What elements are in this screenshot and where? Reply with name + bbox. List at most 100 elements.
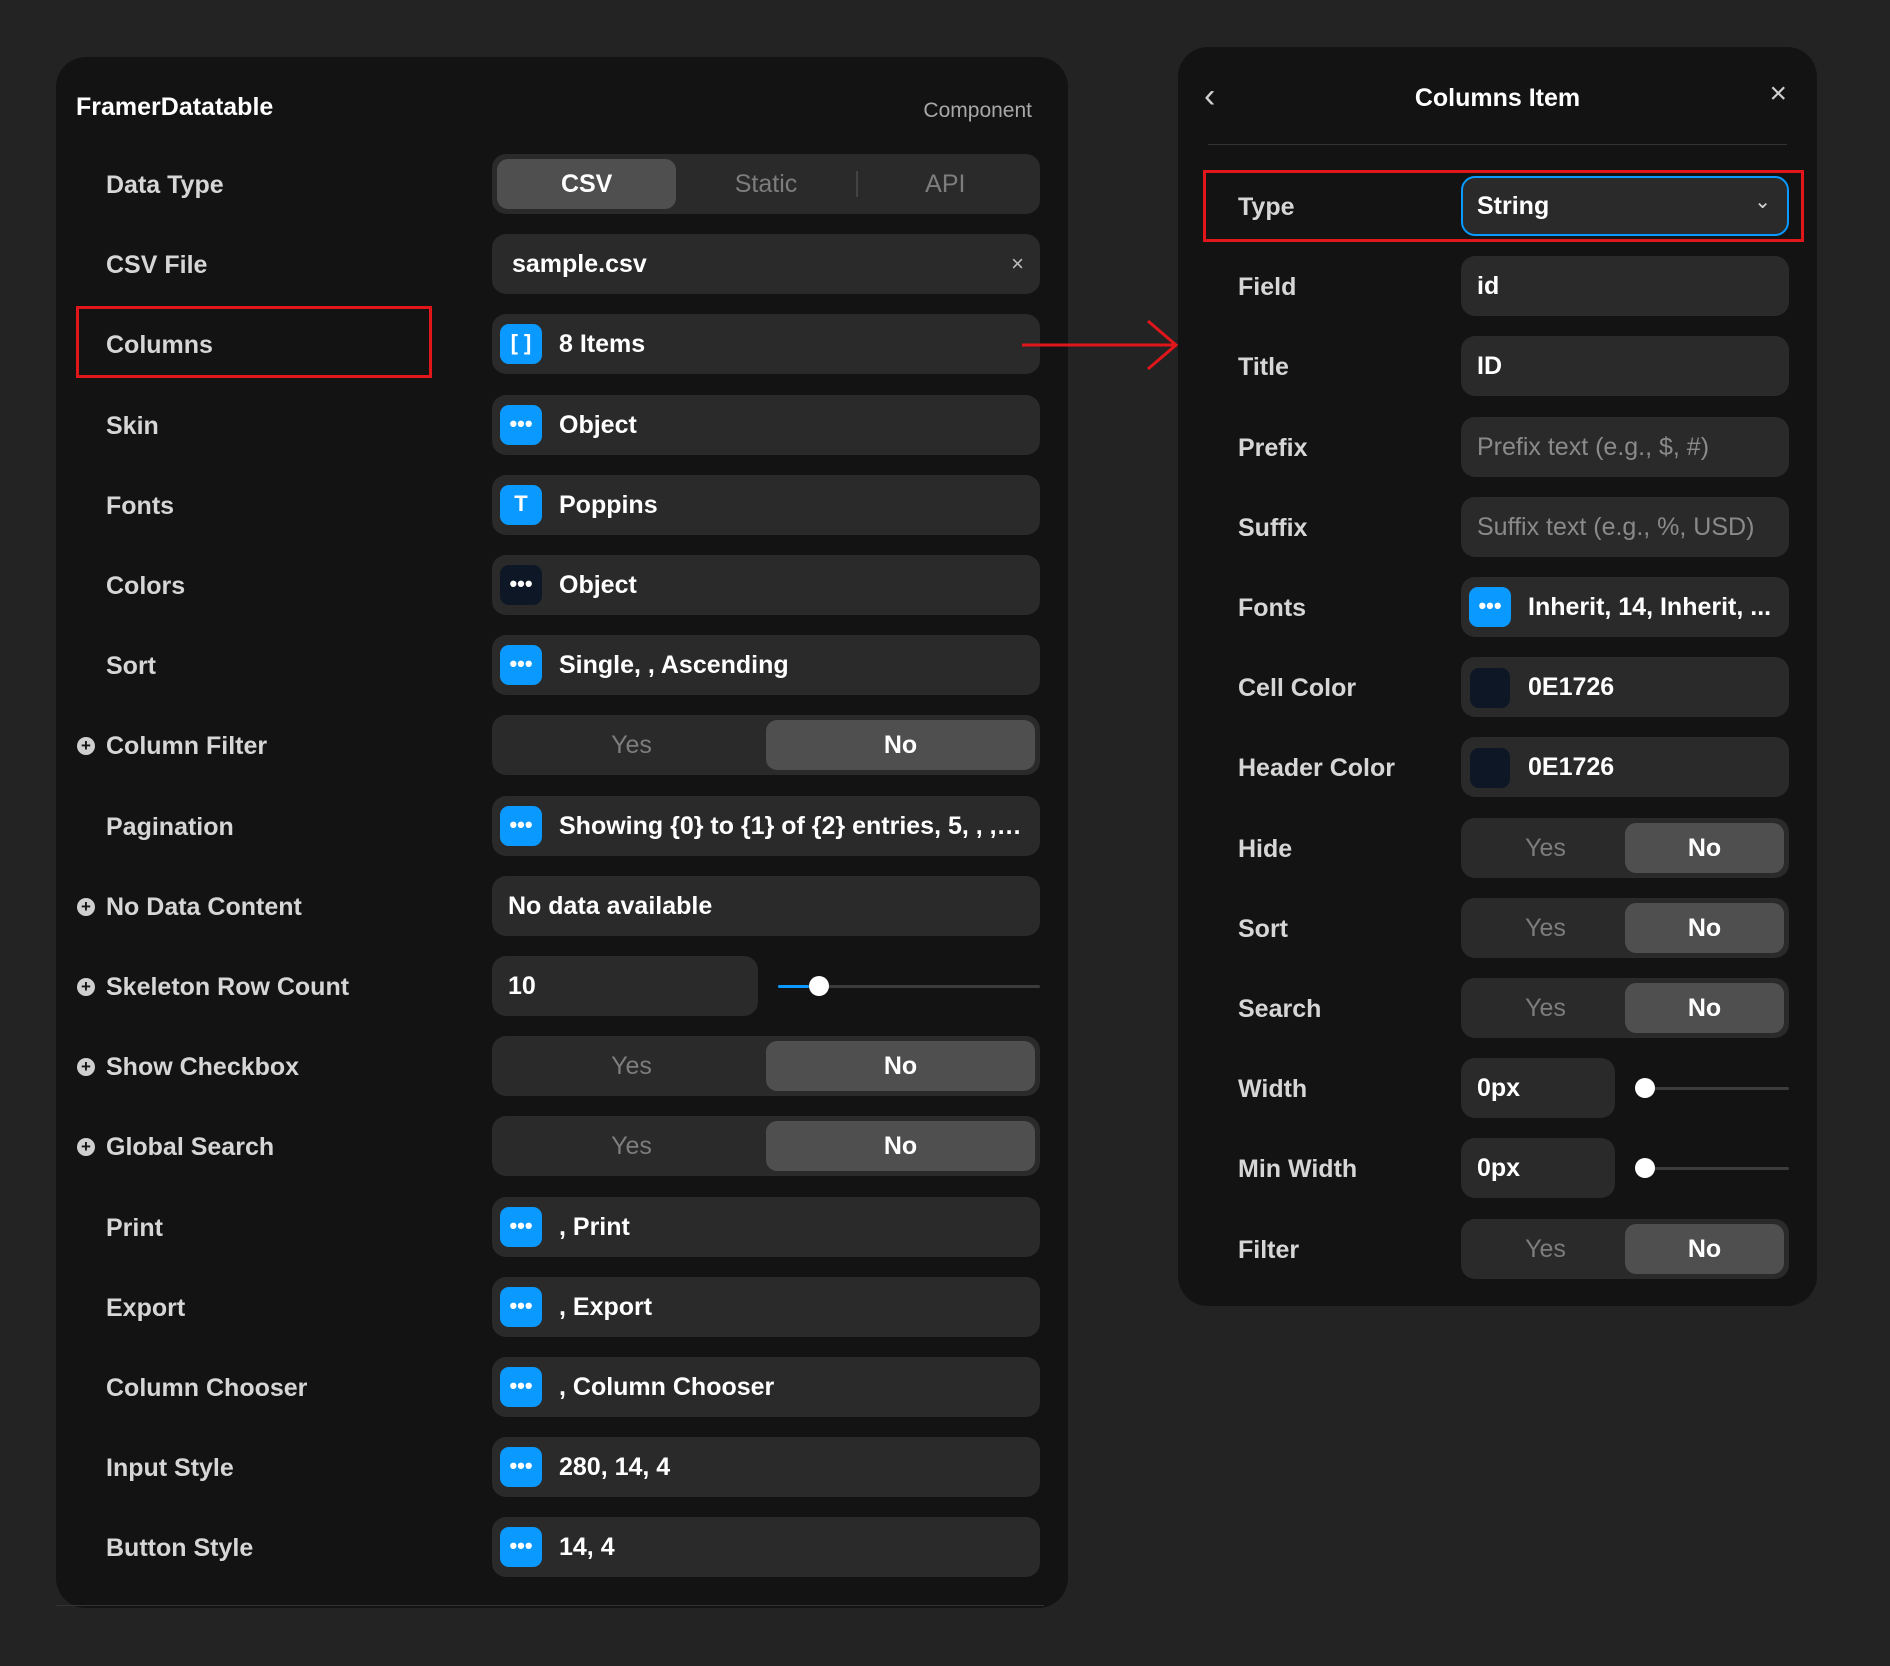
export-control[interactable]: ••• , Export xyxy=(492,1276,1040,1337)
property-row-data-type: Data Type CSV Static API xyxy=(56,154,1068,216)
toggle-yes[interactable]: Yes xyxy=(1466,903,1625,953)
toggle-no[interactable]: No xyxy=(1625,822,1784,873)
color-value: 0E1726 xyxy=(1528,753,1615,782)
slider-track[interactable] xyxy=(1635,1087,1789,1091)
hide-control[interactable]: Yes No xyxy=(1461,817,1789,878)
skeleton-row-count-control[interactable]: 10 xyxy=(492,956,758,1016)
property-label: Sort xyxy=(1238,914,1288,943)
add-icon[interactable]: + xyxy=(77,737,95,756)
more-icon: ••• xyxy=(500,1447,542,1488)
segment-static[interactable]: Static xyxy=(676,159,855,209)
add-icon[interactable]: + xyxy=(77,1138,95,1157)
color-swatch[interactable] xyxy=(1470,748,1510,789)
toggle-yes[interactable]: Yes xyxy=(497,720,766,770)
toggle-yes[interactable]: Yes xyxy=(1466,983,1625,1033)
suffix-control[interactable]: Suffix text (e.g., %, USD) xyxy=(1461,496,1789,557)
segment-api[interactable]: API xyxy=(856,159,1035,209)
toggle-yes[interactable]: Yes xyxy=(1466,1224,1625,1274)
property-value: Single, , Ascending xyxy=(559,651,789,680)
property-label: Search xyxy=(1238,995,1322,1023)
column-filter-control[interactable]: Yes No xyxy=(492,715,1040,776)
slider-handle[interactable] xyxy=(1635,1158,1655,1179)
column-chooser-control[interactable]: ••• , Column Chooser xyxy=(492,1357,1040,1417)
global-search-control[interactable]: Yes No xyxy=(492,1116,1040,1177)
prefix-control[interactable]: Prefix text (e.g., $, #) xyxy=(1461,416,1789,477)
fonts-control[interactable]: ••• Inherit, 14, Inherit, ... xyxy=(1461,577,1789,637)
header-divider xyxy=(1208,144,1787,145)
toggle-yes[interactable]: Yes xyxy=(1466,823,1625,873)
property-label: Skin xyxy=(106,411,159,440)
property-label: Button Style xyxy=(106,1534,254,1563)
numeric-value: 0px xyxy=(1477,1154,1521,1183)
add-icon[interactable]: + xyxy=(77,1058,95,1077)
button-style-control[interactable]: ••• 14, 4 xyxy=(492,1517,1040,1578)
more-icon: ••• xyxy=(1469,587,1511,627)
property-label: Width xyxy=(1238,1075,1308,1104)
toggle-no[interactable]: No xyxy=(766,1121,1035,1172)
property-row-skeleton-row-count: + Skeleton Row Count 10 xyxy=(56,956,1068,1018)
show-checkbox-control[interactable]: Yes No xyxy=(492,1036,1040,1097)
property-label: No Data Content xyxy=(106,892,302,921)
property-row-min-width: Min Width 0px xyxy=(1178,1138,1817,1200)
toggle-no[interactable]: No xyxy=(766,720,1035,771)
color-swatch[interactable] xyxy=(1470,668,1510,709)
field-control[interactable]: id xyxy=(1461,256,1789,317)
property-row-sort: Sort Yes No xyxy=(1178,897,1817,960)
input-style-control[interactable]: ••• 280, 14, 4 xyxy=(492,1437,1040,1498)
toggle-no[interactable]: No xyxy=(766,1041,1035,1092)
property-row-field: Field id xyxy=(1178,256,1817,318)
more-icon: ••• xyxy=(500,404,542,445)
sort-control[interactable]: Yes No xyxy=(1461,897,1789,958)
close-icon[interactable]: × xyxy=(1769,77,1787,111)
toggle-no[interactable]: No xyxy=(1625,1223,1784,1274)
toggle-yes[interactable]: Yes xyxy=(497,1041,766,1091)
colors-control[interactable]: ••• Object xyxy=(492,555,1040,615)
title-control[interactable]: ID xyxy=(1461,336,1789,397)
property-label: Global Search xyxy=(106,1133,275,1162)
more-icon: ••• xyxy=(500,645,542,686)
header-color-control[interactable]: 0E1726 xyxy=(1461,737,1789,798)
property-label: Export xyxy=(106,1293,186,1322)
search-control[interactable]: Yes No xyxy=(1461,978,1789,1038)
property-label: Input Style xyxy=(106,1454,234,1483)
pagination-control[interactable]: ••• Showing {0} to {1} of {2} entries, 5,… xyxy=(492,795,1040,856)
slider-track[interactable] xyxy=(1635,1167,1789,1171)
cell-color-control[interactable]: 0E1726 xyxy=(1461,657,1789,718)
skin-control[interactable]: ••• Object xyxy=(492,394,1040,455)
toggle-no[interactable]: No xyxy=(1625,902,1784,953)
data-type-control[interactable]: CSV Static API xyxy=(492,154,1040,214)
width-control[interactable]: 0px xyxy=(1461,1058,1615,1119)
add-icon[interactable]: + xyxy=(77,978,95,996)
property-label: Data Type xyxy=(106,171,224,199)
fonts-control[interactable]: T Poppins xyxy=(492,474,1040,535)
no-data-content-control[interactable]: No data available xyxy=(492,875,1040,936)
property-value: Poppins xyxy=(559,490,658,519)
property-row-sort: Sort ••• Single, , Ascending xyxy=(56,635,1068,697)
toggle-yes[interactable]: Yes xyxy=(497,1121,766,1171)
property-value: ID xyxy=(1477,352,1502,381)
property-row-header-color: Header Color 0E1726 xyxy=(1178,737,1817,799)
segment-csv[interactable]: CSV xyxy=(497,159,677,209)
clear-icon[interactable]: × xyxy=(1011,234,1024,294)
property-label: Cell Color xyxy=(1238,674,1357,703)
csv-file-control[interactable]: sample.csv × xyxy=(492,234,1040,295)
property-label: Suffix xyxy=(1238,513,1308,542)
text-icon: T xyxy=(500,484,542,525)
component-properties-panel: FramerDatatable Component Data Type CSV St… xyxy=(56,57,1068,1608)
property-value: , Column Chooser xyxy=(559,1373,775,1401)
print-control[interactable]: ••• , Print xyxy=(492,1196,1040,1257)
add-icon[interactable]: + xyxy=(77,897,95,916)
property-label: Field xyxy=(1238,273,1297,302)
sort-control[interactable]: ••• Single, , Ascending xyxy=(492,635,1040,696)
property-row-no-data-content: + No Data Content No data available xyxy=(56,875,1068,938)
property-row-cell-color: Cell Color 0E1726 xyxy=(1178,657,1817,719)
min-width-control[interactable]: 0px xyxy=(1461,1138,1615,1199)
property-value: Inherit, 14, Inherit, ... xyxy=(1528,593,1772,621)
slider-handle[interactable] xyxy=(809,976,830,996)
toggle-no[interactable]: No xyxy=(1625,983,1784,1033)
more-icon: ••• xyxy=(500,1206,542,1247)
slider-handle[interactable] xyxy=(1635,1078,1655,1099)
columns-control[interactable]: [ ] 8 Items xyxy=(492,314,1040,375)
segment-divider xyxy=(855,171,858,197)
filter-control[interactable]: Yes No xyxy=(1461,1218,1789,1279)
